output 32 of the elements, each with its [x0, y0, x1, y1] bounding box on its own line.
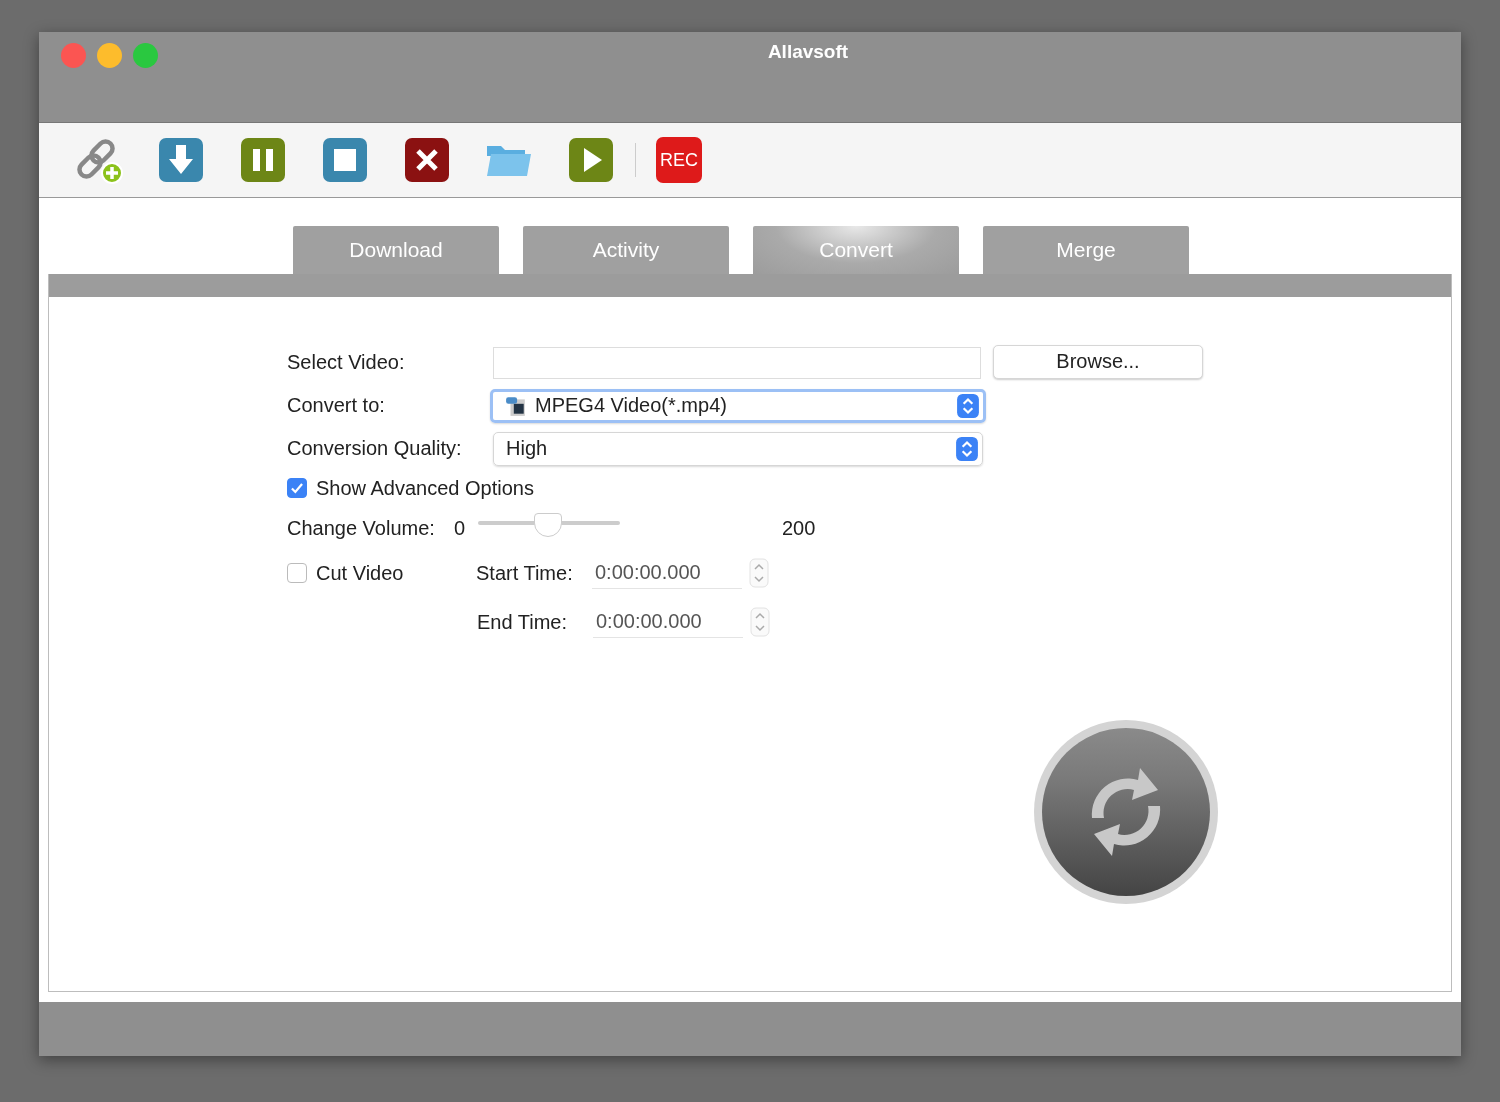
- field-label: Change Volume:: [287, 516, 436, 540]
- window-title: Allavsoft: [767, 41, 849, 63]
- delete-icon[interactable]: [403, 136, 451, 184]
- spinner-icon[interactable]: [749, 558, 769, 588]
- link-add-icon[interactable]: [75, 136, 123, 184]
- browse-button[interactable]: Browse...: [993, 344, 1203, 379]
- spinner-icon[interactable]: [750, 607, 770, 637]
- slider-max-label: 200: [782, 516, 816, 540]
- convert-button[interactable]: [1032, 718, 1220, 906]
- minimize-button[interactable]: [97, 43, 122, 68]
- checkbox[interactable]: [287, 478, 307, 498]
- stepper-icon: [956, 436, 978, 461]
- field-label: End Time:: [477, 610, 569, 634]
- play-icon[interactable]: [567, 136, 615, 184]
- field-label: Select Video:: [287, 351, 406, 374]
- slider-min-label: 0: [454, 516, 467, 540]
- stepper-icon: [957, 393, 979, 418]
- download-icon[interactable]: [157, 136, 205, 184]
- quality-dropdown[interactable]: High: [493, 431, 983, 466]
- checkbox[interactable]: [287, 563, 307, 583]
- checkbox-label: Show Advanced Options: [316, 476, 534, 500]
- field-label: Convert to:: [287, 394, 386, 417]
- format-dropdown[interactable]: MPEG4 Video(*.mp4): [490, 388, 986, 423]
- zoom-button[interactable]: [133, 43, 158, 68]
- video-path-field[interactable]: [493, 346, 981, 379]
- checkbox-label: Cut Video: [316, 561, 405, 585]
- field-label: Start Time:: [476, 561, 574, 585]
- field-label: Conversion Quality:: [287, 437, 463, 460]
- video-file-icon: [505, 394, 527, 417]
- record-button[interactable]: REC: [656, 137, 702, 183]
- pause-icon[interactable]: [239, 136, 287, 184]
- stop-icon[interactable]: [321, 136, 369, 184]
